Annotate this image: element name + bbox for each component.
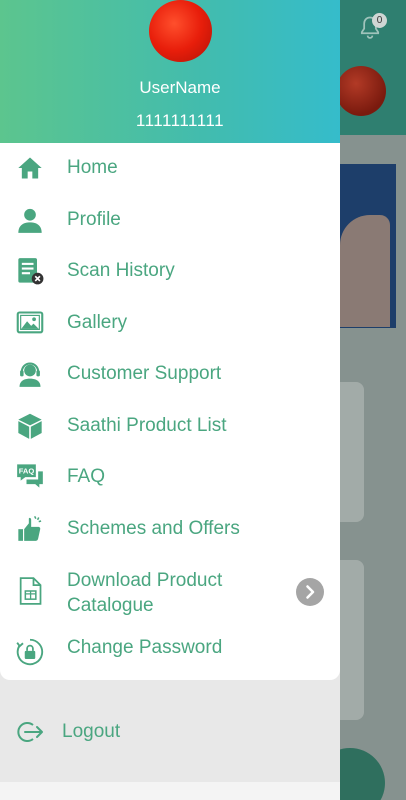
menu-label: Change Password <box>67 637 223 658</box>
menu-label: Customer Support <box>67 363 222 384</box>
logout-button[interactable]: Logout <box>0 707 340 757</box>
menu-item-profile[interactable]: Profile <box>0 194 340 245</box>
avatar[interactable] <box>149 0 212 62</box>
chevron-right-icon[interactable] <box>296 578 324 606</box>
background-card <box>336 382 364 522</box>
menu-label: Scan History <box>67 260 175 281</box>
menu-label: Profile <box>67 209 121 230</box>
drawer-menu: Home Profile Scan History Gallery Custom… <box>0 143 340 680</box>
menu-label: Home <box>67 157 118 178</box>
navigation-drawer: UserName 1111111111 Home Profile Scan Hi… <box>0 0 340 800</box>
faq-icon: FAQ <box>17 464 43 488</box>
menu-item-faq[interactable]: FAQ FAQ <box>0 452 340 503</box>
menu-item-schemes-and-offers[interactable]: Schemes and Offers <box>0 503 340 554</box>
headset-icon <box>19 362 41 387</box>
menu-label: Download Product Catalogue <box>67 570 223 616</box>
menu-label: Schemes and Offers <box>67 518 240 539</box>
menu-label: Gallery <box>67 312 128 333</box>
banner-image <box>340 215 390 327</box>
menu-item-customer-support[interactable]: Customer Support <box>0 349 340 400</box>
notification-badge: 0 <box>372 13 387 28</box>
drawer-footer <box>0 782 340 800</box>
scan-history-icon <box>18 258 44 285</box>
logout-label: Logout <box>62 721 121 742</box>
lock-icon <box>16 638 44 666</box>
thumbs-up-icon <box>18 515 42 541</box>
background-card <box>336 560 364 720</box>
person-icon <box>18 208 42 233</box>
svg-text:FAQ: FAQ <box>19 467 35 476</box>
menu-item-gallery[interactable]: Gallery <box>0 297 340 348</box>
user-phone: 1111111111 <box>135 111 225 130</box>
menu-item-change-password[interactable]: Change Password <box>0 624 340 675</box>
user-name: UserName <box>139 78 221 97</box>
menu-item-scan-history[interactable]: Scan History <box>0 246 340 297</box>
menu-item-saathi-product-list[interactable]: Saathi Product List <box>0 400 340 451</box>
logout-icon <box>17 722 43 742</box>
menu-item-download-product-catalogue[interactable]: Download Product Catalogue <box>0 555 340 623</box>
drawer-header: UserName 1111111111 <box>0 0 340 143</box>
catalogue-icon <box>19 577 42 605</box>
gallery-icon <box>16 311 44 334</box>
menu-label: Saathi Product List <box>67 415 227 436</box>
home-icon <box>18 157 42 179</box>
menu-label: FAQ <box>67 466 106 487</box>
box-icon <box>18 413 42 439</box>
menu-item-home[interactable]: Home <box>0 143 340 194</box>
